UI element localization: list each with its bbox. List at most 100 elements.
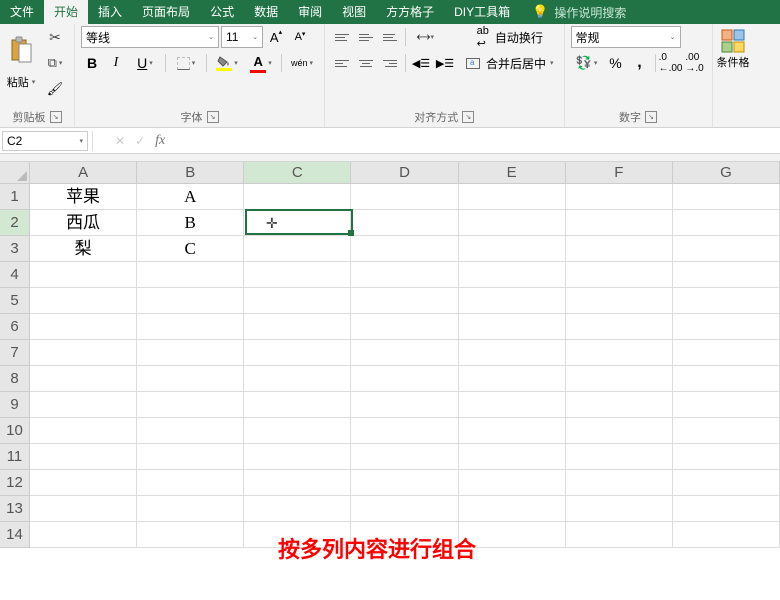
bold-button[interactable]: B xyxy=(81,52,103,74)
cell-B8[interactable] xyxy=(137,366,244,392)
select-all-corner[interactable] xyxy=(0,162,30,184)
cell-C1[interactable] xyxy=(244,184,351,210)
cell-E11[interactable] xyxy=(459,444,566,470)
cancel-formula-button[interactable]: ✕ xyxy=(115,134,125,148)
align-launcher[interactable]: ↘ xyxy=(462,111,474,123)
cell-A9[interactable] xyxy=(30,392,137,418)
cell-D10[interactable] xyxy=(351,418,458,444)
font-size-select[interactable]: 11⌄ xyxy=(221,26,263,48)
cell-D12[interactable] xyxy=(351,470,458,496)
cell-D7[interactable] xyxy=(351,340,458,366)
row-header-3[interactable]: 3 xyxy=(0,236,30,262)
row-header-1[interactable]: 1 xyxy=(0,184,30,210)
cell-F14[interactable] xyxy=(566,522,673,548)
clipboard-launcher[interactable]: ↘ xyxy=(50,111,62,123)
paste-button[interactable] xyxy=(6,26,36,74)
cut-button[interactable] xyxy=(42,26,68,48)
comma-button[interactable]: , xyxy=(629,52,651,74)
row-header-13[interactable]: 13 xyxy=(0,496,30,522)
cell-C9[interactable] xyxy=(244,392,351,418)
cell-D9[interactable] xyxy=(351,392,458,418)
cell-C11[interactable] xyxy=(244,444,351,470)
cell-B6[interactable] xyxy=(137,314,244,340)
cell-B10[interactable] xyxy=(137,418,244,444)
cell-G8[interactable] xyxy=(673,366,780,392)
cell-D5[interactable] xyxy=(351,288,458,314)
cell-A1[interactable]: 苹果 xyxy=(30,184,137,210)
enter-formula-button[interactable]: ✓ xyxy=(135,134,145,148)
border-button[interactable]: ▾ xyxy=(170,52,202,74)
col-header-F[interactable]: F xyxy=(566,162,673,184)
align-bottom-button[interactable] xyxy=(379,26,401,48)
cell-C7[interactable] xyxy=(244,340,351,366)
cell-C2[interactable] xyxy=(244,210,351,236)
row-header-14[interactable]: 14 xyxy=(0,522,30,548)
cell-B1[interactable]: A xyxy=(137,184,244,210)
cell-G2[interactable] xyxy=(673,210,780,236)
cell-D13[interactable] xyxy=(351,496,458,522)
cell-C13[interactable] xyxy=(244,496,351,522)
tab-review[interactable]: 审阅 xyxy=(288,0,332,24)
cell-G11[interactable] xyxy=(673,444,780,470)
col-header-A[interactable]: A xyxy=(30,162,137,184)
cell-G12[interactable] xyxy=(673,470,780,496)
cell-B13[interactable] xyxy=(137,496,244,522)
row-header-12[interactable]: 12 xyxy=(0,470,30,496)
name-box[interactable]: C2▾ xyxy=(2,131,88,151)
row-header-9[interactable]: 9 xyxy=(0,392,30,418)
cell-A8[interactable] xyxy=(30,366,137,392)
align-middle-button[interactable] xyxy=(355,26,377,48)
grow-font-button[interactable]: A▴ xyxy=(265,26,287,48)
cell-F4[interactable] xyxy=(566,262,673,288)
cell-G5[interactable] xyxy=(673,288,780,314)
cell-D3[interactable] xyxy=(351,236,458,262)
orientation-button[interactable]: ⤢▾ xyxy=(410,26,442,48)
cell-A4[interactable] xyxy=(30,262,137,288)
cell-B12[interactable] xyxy=(137,470,244,496)
row-header-4[interactable]: 4 xyxy=(0,262,30,288)
decrease-indent-button[interactable]: ◀☰ xyxy=(410,52,432,74)
cell-G10[interactable] xyxy=(673,418,780,444)
cell-E12[interactable] xyxy=(459,470,566,496)
format-painter-button[interactable] xyxy=(42,78,68,100)
font-launcher[interactable]: ↘ xyxy=(207,111,219,123)
cell-A10[interactable] xyxy=(30,418,137,444)
cell-F3[interactable] xyxy=(566,236,673,262)
cell-E2[interactable] xyxy=(459,210,566,236)
shrink-font-button[interactable]: A▾ xyxy=(289,26,311,48)
tell-me-search[interactable]: 💡 操作说明搜索 xyxy=(520,4,626,21)
align-left-button[interactable] xyxy=(331,52,353,74)
cell-A6[interactable] xyxy=(30,314,137,340)
cell-F7[interactable] xyxy=(566,340,673,366)
cell-C4[interactable] xyxy=(244,262,351,288)
cell-A11[interactable] xyxy=(30,444,137,470)
cell-F8[interactable] xyxy=(566,366,673,392)
cell-F10[interactable] xyxy=(566,418,673,444)
cell-F9[interactable] xyxy=(566,392,673,418)
merge-center-button[interactable]: 合并后居中▾ xyxy=(462,52,558,74)
row-header-8[interactable]: 8 xyxy=(0,366,30,392)
cell-G7[interactable] xyxy=(673,340,780,366)
underline-button[interactable]: U▾ xyxy=(129,52,161,74)
cell-B2[interactable]: B xyxy=(137,210,244,236)
cell-G3[interactable] xyxy=(673,236,780,262)
cell-F12[interactable] xyxy=(566,470,673,496)
tab-ffgz[interactable]: 方方格子 xyxy=(376,0,444,24)
col-header-G[interactable]: G xyxy=(673,162,780,184)
fx-icon[interactable]: fx xyxy=(155,133,165,149)
col-header-D[interactable]: D xyxy=(351,162,458,184)
cell-E7[interactable] xyxy=(459,340,566,366)
cell-G9[interactable] xyxy=(673,392,780,418)
cell-E10[interactable] xyxy=(459,418,566,444)
cell-C3[interactable] xyxy=(244,236,351,262)
cell-D2[interactable] xyxy=(351,210,458,236)
row-header-5[interactable]: 5 xyxy=(0,288,30,314)
cell-E1[interactable] xyxy=(459,184,566,210)
col-header-B[interactable]: B xyxy=(137,162,244,184)
fill-color-button[interactable]: ▾ xyxy=(211,52,243,74)
cell-A7[interactable] xyxy=(30,340,137,366)
cell-A5[interactable] xyxy=(30,288,137,314)
cell-G13[interactable] xyxy=(673,496,780,522)
cell-D4[interactable] xyxy=(351,262,458,288)
cell-C6[interactable] xyxy=(244,314,351,340)
